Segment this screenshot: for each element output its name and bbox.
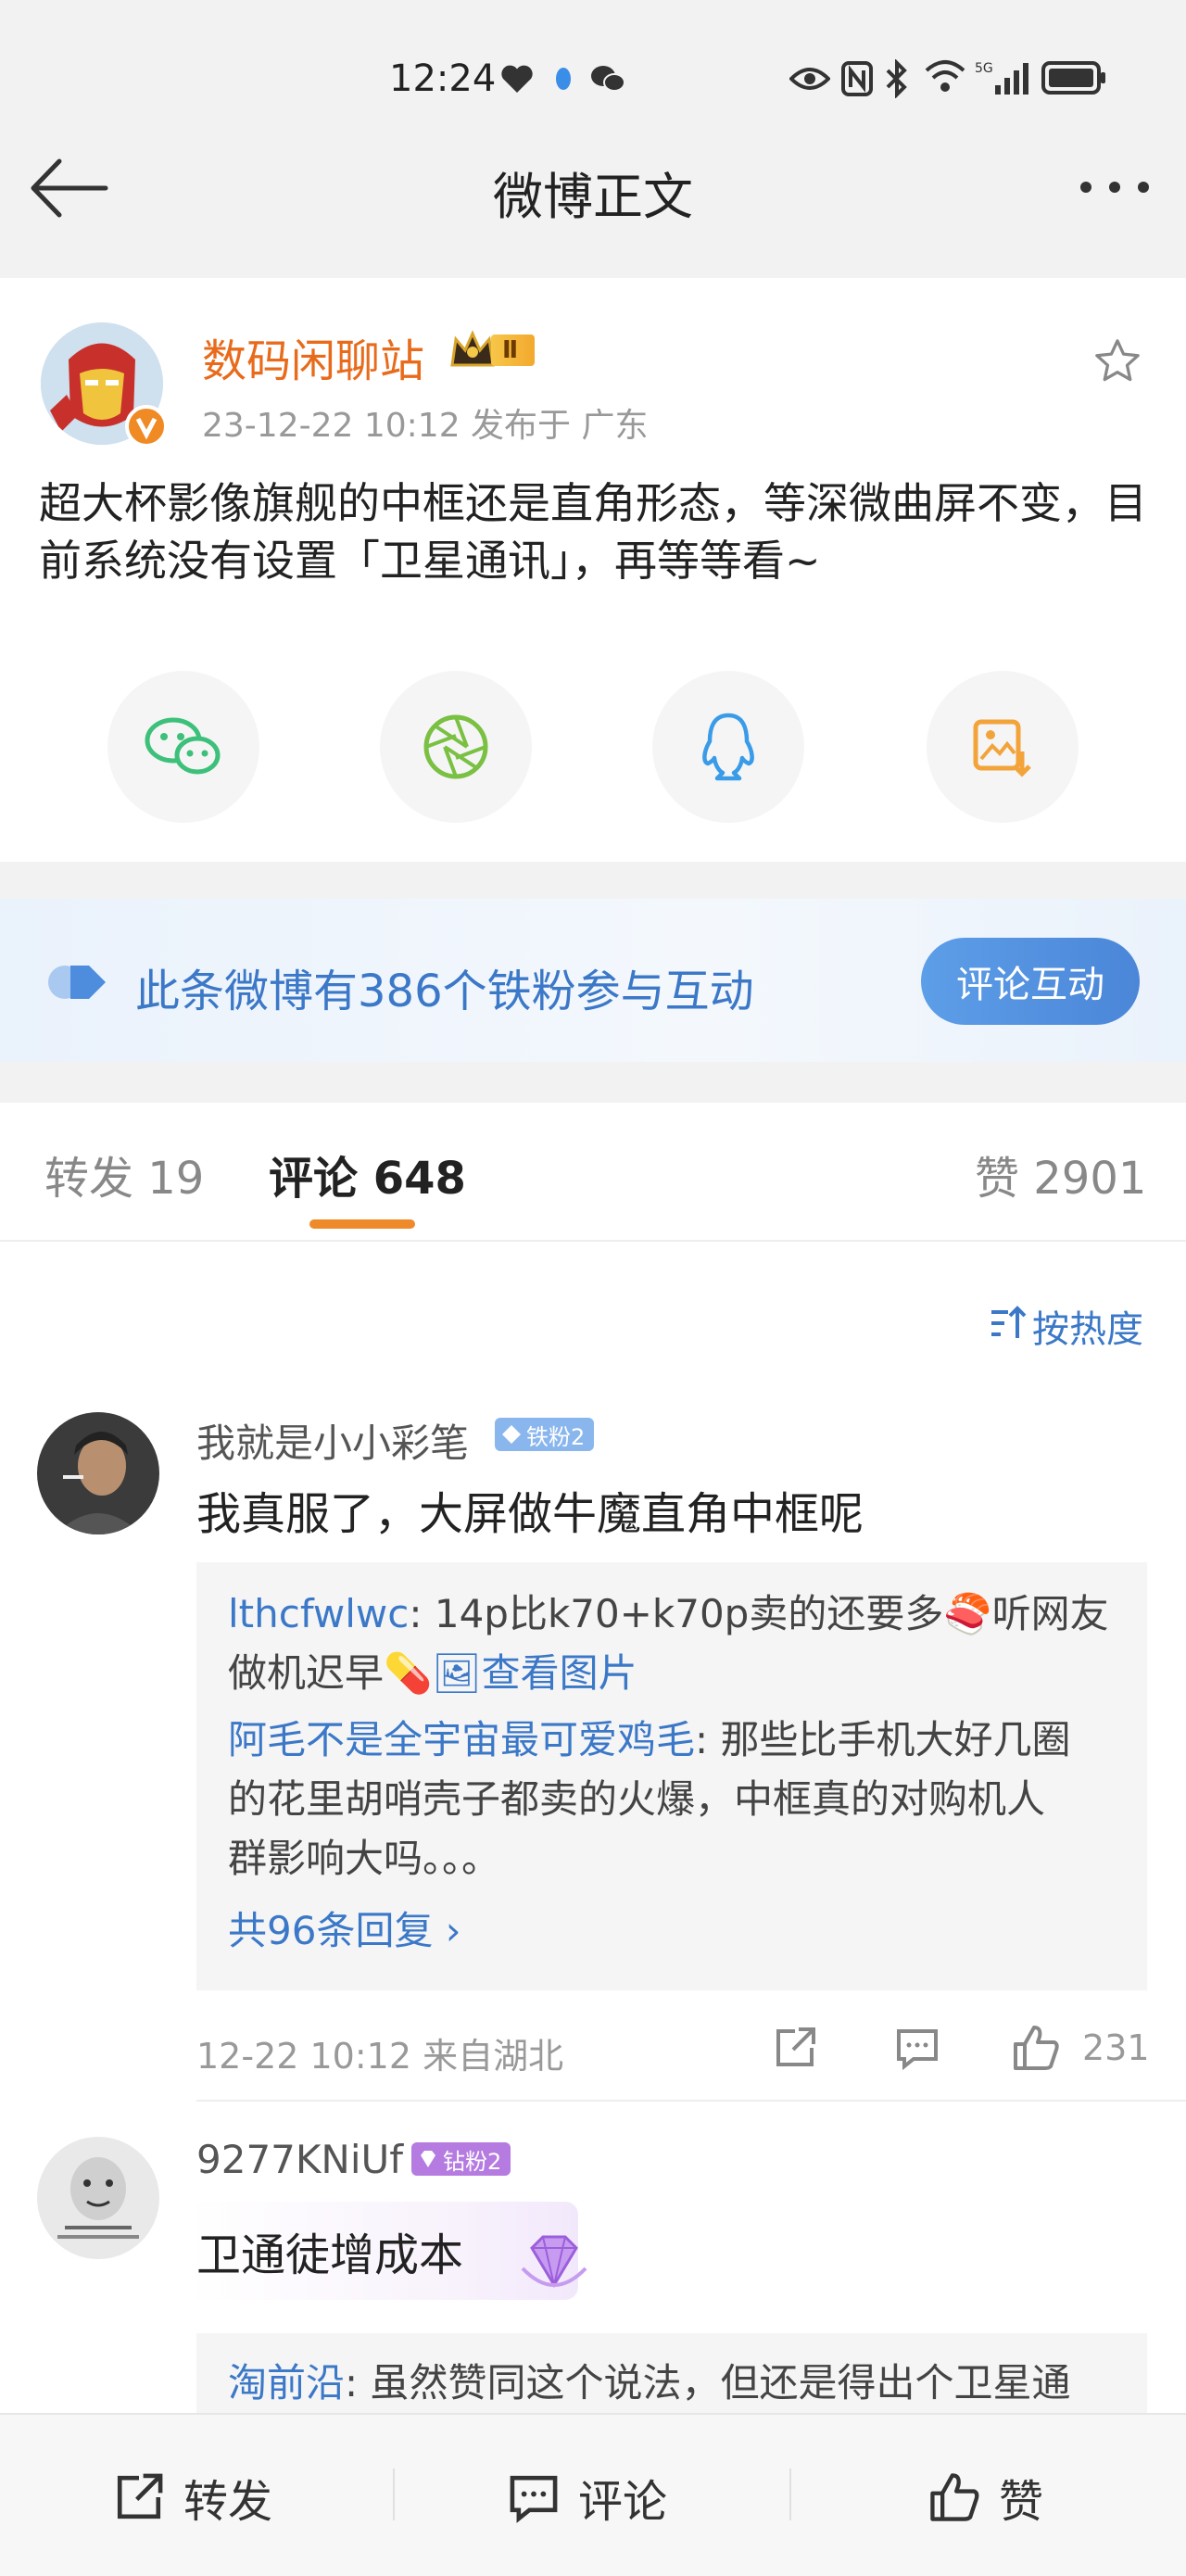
app-notification-icon: [552, 65, 574, 96]
share-moments-button[interactable]: [380, 671, 532, 823]
author-name[interactable]: 数码闲聊站: [202, 324, 424, 389]
share-comment-icon[interactable]: [771, 2024, 819, 2076]
comment-icon: [510, 2475, 558, 2523]
share-wechat-button[interactable]: [107, 671, 259, 823]
reply-user[interactable]: 淘前沿: [228, 2360, 345, 2406]
post-meta: 23-12-22 10:12 发布于 广东: [202, 407, 649, 445]
reply-item-cont: 做机迟早💊🖼查看图片: [228, 1650, 637, 1696]
reply-comment-icon[interactable]: [893, 2024, 941, 2076]
comment-user[interactable]: 9277KNiUf: [196, 2137, 403, 2182]
wechat-icon: [145, 717, 221, 775]
post-text: 超大杯影像旗舰的中框还是直角形态，等深微曲屏不变，目前系统没有设置「卫星通讯」，…: [39, 478, 1147, 586]
star-icon[interactable]: [1091, 335, 1143, 391]
comment-button[interactable]: 评论: [506, 2465, 667, 2530]
tab-comment[interactable]: 评论 648: [269, 1142, 466, 1206]
signal-icon: 5G: [975, 59, 1030, 100]
diamond-decoration-icon: [515, 2228, 593, 2302]
view-image-link[interactable]: 查看图片: [482, 1650, 637, 1696]
comment-text: 我真服了，大屏做牛魔直角中框呢: [196, 1488, 864, 1540]
diamond-icon: [421, 2151, 435, 2167]
nfc-icon: [841, 61, 873, 100]
reply-user[interactable]: 阿毛不是全宇宙最可爱鸡毛: [228, 1717, 695, 1762]
image-icon: 🖼: [432, 1650, 482, 1696]
sort-icon[interactable]: [988, 1305, 1028, 1345]
vip-level-badge: Ⅱ: [448, 328, 536, 373]
svg-text:5G: 5G: [975, 61, 993, 76]
sort-label[interactable]: 按热度: [1032, 1299, 1143, 1353]
wechat-notification-icon: [589, 63, 626, 98]
page-title: 微博正文: [493, 168, 693, 226]
separator: [789, 2469, 791, 2520]
like-comment-icon[interactable]: [1010, 2022, 1062, 2077]
comment-avatar[interactable]: [37, 2137, 159, 2259]
tab-like[interactable]: 赞 2901: [975, 1142, 1146, 1206]
bluetooth-icon: [884, 58, 910, 102]
tab-divider: [0, 1240, 1186, 1242]
repost-icon: [117, 2473, 163, 2519]
tab-repost[interactable]: 转发 19: [44, 1142, 204, 1206]
separator: [393, 2469, 395, 2520]
fan-badge: 钻粉2: [411, 2142, 511, 2176]
qq-icon: [702, 713, 754, 781]
diamond-icon: [502, 1425, 521, 1444]
reply-user[interactable]: lthcfwlwc: [228, 1591, 409, 1636]
reply-line: 的花里胡哨壳子都卖的火爆，中框真的对购机人: [228, 1776, 1046, 1822]
comment-user[interactable]: 我就是小小彩笔: [196, 1412, 469, 1469]
status-time: 12:24: [389, 57, 497, 100]
tab-underline: [309, 1219, 415, 1229]
comment-avatar[interactable]: [37, 1412, 159, 1534]
like-icon: [930, 2473, 979, 2521]
like-button[interactable]: 赞: [927, 2465, 1043, 2530]
comment-interact-button[interactable]: 评论互动: [921, 938, 1140, 1025]
save-image-button[interactable]: [927, 671, 1079, 823]
fan-badge: 铁粉2: [495, 1418, 595, 1451]
comment-divider: [196, 2100, 1186, 2102]
share-qq-button[interactable]: [652, 671, 804, 823]
comment-time: 12-22 10:12 来自湖北: [196, 2036, 564, 2077]
fans-text: 此条微博有386个铁粉参与互动: [135, 966, 754, 1017]
more-icon[interactable]: [1077, 178, 1153, 200]
eye-icon: [789, 65, 831, 96]
verified-badge-icon: [124, 404, 169, 452]
pill-emoji-icon: 💊: [384, 1650, 433, 1696]
comment-text: 卫通徒增成本: [196, 2229, 464, 2281]
reply-line: 群影响大吗。。。: [228, 1836, 501, 1881]
reply-item[interactable]: lthcfwlwc: 14p比k70+k70p卖的还要多🍣听网友: [228, 1585, 1127, 1644]
fans-arrow-icon: [48, 964, 109, 1004]
wifi-icon: [923, 57, 967, 98]
save-image-icon: [973, 719, 1031, 777]
reply-item[interactable]: 阿毛不是全宇宙最可爱鸡毛: 那些比手机大好几圈: [228, 1711, 1127, 1770]
crown-icon: [450, 330, 495, 367]
like-count: 231: [1082, 2027, 1150, 2068]
moments-icon: [423, 714, 488, 779]
emoji-icon: 🍣: [943, 1591, 992, 1636]
reply-item[interactable]: 淘前沿: 虽然赞同这个说法，但还是得出个卫星通: [228, 2354, 1127, 2413]
battery-icon: [1041, 61, 1106, 98]
more-replies-link[interactable]: 共96条回复 ›: [228, 1901, 1127, 1961]
repost-button[interactable]: 转发: [111, 2465, 272, 2530]
heart-icon: [500, 63, 534, 98]
